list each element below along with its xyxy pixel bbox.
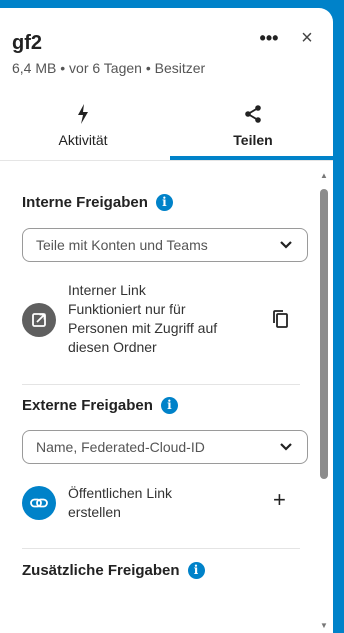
more-options-button[interactable]: ••• [258,28,280,50]
internal-share-placeholder: Teile mit Konten und Teams [36,237,208,253]
tab-share[interactable]: Teilen [170,104,333,160]
internal-link-desc-1: Funktioniert nur für [68,301,186,317]
chevron-down-icon [279,440,293,459]
public-link-icon[interactable] [22,486,56,520]
flash-icon [0,104,166,126]
external-shares-title: Externe Freigaben [22,397,153,414]
internal-shares-title: Interne Freigaben [22,194,148,211]
file-title: gf2 [12,32,42,54]
internal-shares-heading: Interne Freigaben i [22,194,173,211]
additional-shares-title: Zusätzliche Freigaben [22,562,180,579]
close-button[interactable]: × [296,26,318,50]
file-subtitle: 6,4 MB • vor 6 Tagen • Besitzer [12,60,206,76]
chevron-down-icon [279,238,293,257]
section-divider [22,384,300,385]
internal-link-icon [22,303,56,337]
section-divider [22,548,300,549]
share-content[interactable]: Interne Freigaben i Teile mit Konten und … [0,161,333,633]
scroll-up-arrow[interactable]: ▲ [319,171,329,181]
scroll-down-arrow[interactable]: ▼ [319,621,329,631]
public-link-label-2: erstellen [68,504,121,520]
scrollbar-thumb[interactable] [320,189,328,479]
add-public-link-button[interactable]: + [273,489,286,511]
internal-link-title: Interner Link [68,282,146,298]
share-icon [170,104,333,126]
tab-activity-label: Aktivität [58,132,108,148]
external-share-select[interactable]: Name, Federated-Cloud-ID [22,430,308,464]
sidebar-panel: gf2 6,4 MB • vor 6 Tagen • Besitzer ••• … [0,8,333,633]
internal-link-text: Interner Link Funktioniert nur für Perso… [68,281,217,357]
public-link-label-1: Öffentlichen Link [68,485,173,501]
tab-share-label: Teilen [233,132,273,148]
info-icon[interactable]: i [160,397,178,414]
external-share-placeholder: Name, Federated-Cloud-ID [36,439,205,455]
additional-shares-heading: Zusätzliche Freigaben i [22,562,205,579]
info-icon[interactable]: i [155,194,173,211]
tab-activity[interactable]: Aktivität [0,104,166,156]
public-link-label[interactable]: Öffentlichen Link erstellen [68,484,172,522]
copy-icon[interactable] [272,309,290,334]
external-shares-heading: Externe Freigaben i [22,397,178,414]
scrollbar[interactable]: ▲ ▼ [319,171,329,631]
internal-share-select[interactable]: Teile mit Konten und Teams [22,228,308,262]
info-icon[interactable]: i [187,562,205,579]
internal-link-desc-2: Personen mit Zugriff auf [68,320,218,336]
internal-link-desc-3: diesen Ordner [68,339,157,355]
